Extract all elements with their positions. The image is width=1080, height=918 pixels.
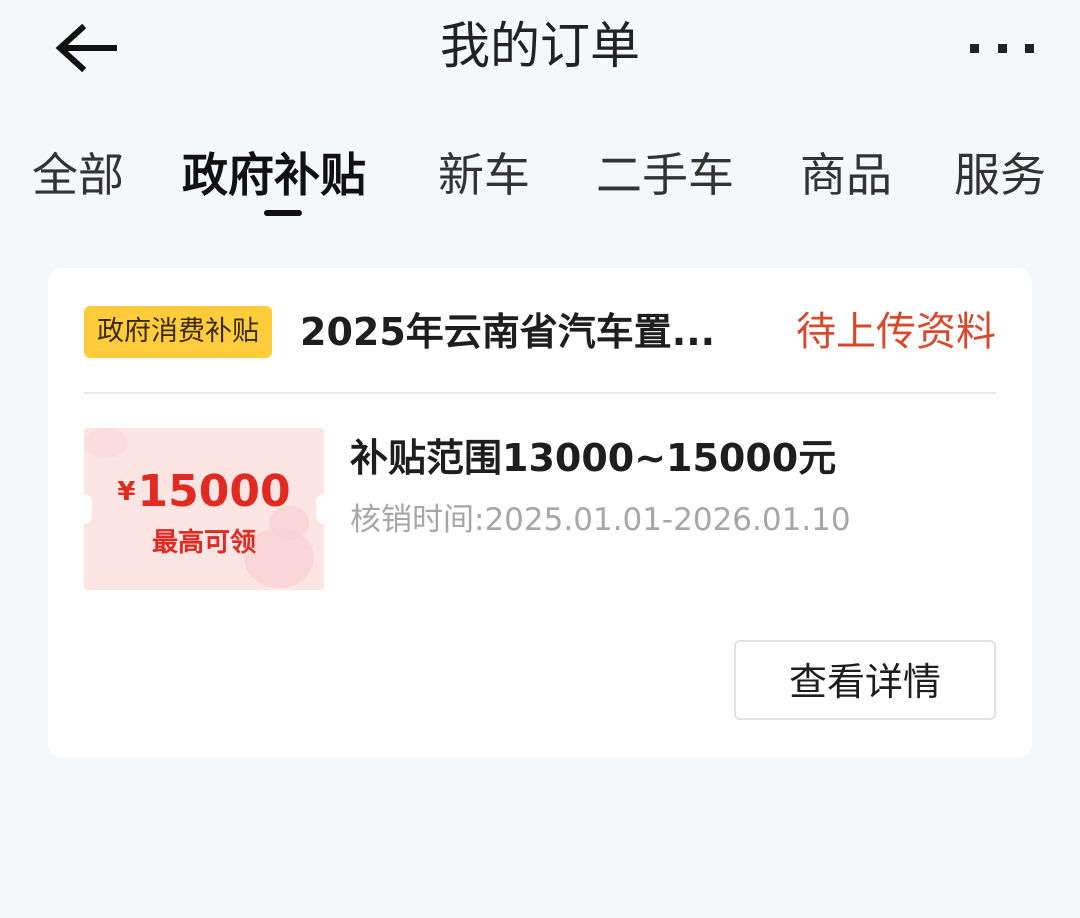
top-nav-bar: 我的订单 <box>0 0 1080 100</box>
redemption-period: 核销时间:2025.01.01-2026.01.10 <box>350 502 851 538</box>
tab-new-car[interactable]: 新车 <box>438 140 530 210</box>
currency-symbol: ¥ <box>117 477 136 507</box>
order-title: 2025年云南省汽车置... <box>300 310 716 354</box>
more-dots-icon <box>970 43 979 53</box>
divider <box>84 392 996 394</box>
more-button[interactable] <box>970 28 1034 68</box>
tab-goods[interactable]: 商品 <box>800 140 892 210</box>
page-title: 我的订单 <box>440 17 640 75</box>
coupon-amount: ¥15000 <box>84 466 324 518</box>
tab-used-car[interactable]: 二手车 <box>596 140 734 210</box>
tab-government-subsidy[interactable]: 政府补贴 <box>182 140 366 210</box>
tab-all[interactable]: 全部 <box>32 140 124 210</box>
view-details-button[interactable]: 查看详情 <box>734 640 996 720</box>
order-category-tabs: 全部 政府补贴 新车 二手车 商品 服务 <box>0 140 1080 230</box>
order-card[interactable]: 政府消费补贴 2025年云南省汽车置... 待上传资料 ¥15000 最高可领 … <box>48 268 1032 758</box>
coupon-caption: 最高可领 <box>151 528 256 558</box>
tab-services[interactable]: 服务 <box>954 140 1046 210</box>
order-status: 待上传资料 <box>796 309 996 355</box>
order-card-header: 政府消费补贴 2025年云南省汽车置... 待上传资料 <box>84 304 996 360</box>
coupon-ticket: ¥15000 最高可领 <box>84 428 324 590</box>
subsidy-range: 补贴范围13000~15000元 <box>350 436 837 480</box>
coupon-amount-value: 15000 <box>137 466 291 517</box>
subsidy-type-badge: 政府消费补贴 <box>84 306 272 358</box>
active-tab-indicator <box>264 210 302 216</box>
